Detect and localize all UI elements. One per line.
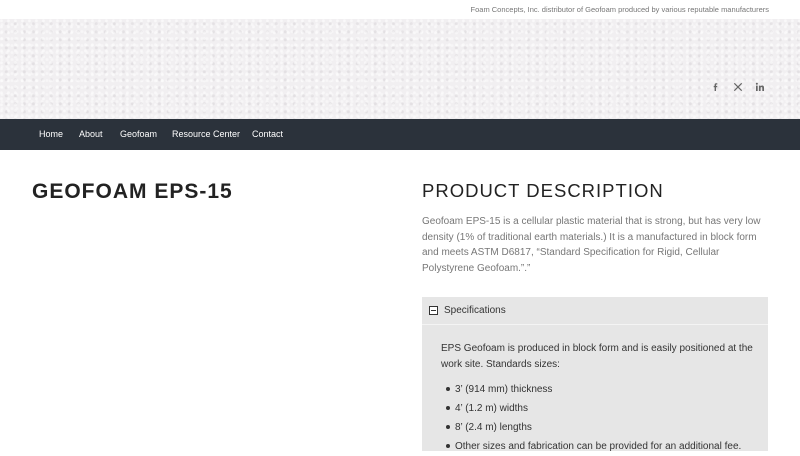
list-item: 3’ (914 mm) thickness (441, 380, 761, 399)
specifications-label: Specifications (444, 305, 506, 316)
nav-home[interactable]: Home (39, 119, 63, 150)
product-description-text: Geofoam EPS-15 is a cellular plastic mat… (422, 216, 761, 274)
header-banner (0, 19, 800, 119)
specifications-toggle[interactable]: Specifications (422, 297, 768, 324)
social-links (710, 81, 766, 93)
main-navigation: Home About Geofoam Resource Center Conta… (0, 119, 800, 150)
product-description-heading: PRODUCT DESCRIPTION (422, 180, 664, 201)
top-bar: Foam Concepts, Inc. distributor of Geofo… (0, 0, 800, 19)
specifications-intro: EPS Geofoam is produced in block form an… (441, 343, 753, 370)
list-item: 4’ (1.2 m) widths (441, 399, 761, 418)
collapse-icon (429, 306, 438, 315)
linkedin-icon[interactable] (754, 81, 766, 93)
list-item: 8’ (2.4 m) lengths (441, 418, 761, 437)
nav-contact[interactable]: Contact (252, 119, 283, 150)
list-item: Other sizes and fabrication can be provi… (441, 437, 761, 456)
nav-about[interactable]: About (79, 119, 103, 150)
specifications-list: 3’ (914 mm) thickness 4’ (1.2 m) widths … (441, 380, 761, 456)
facebook-icon[interactable] (710, 81, 722, 93)
nav-geofoam[interactable]: Geofoam (120, 119, 157, 150)
page-title: GEOFOAM EPS-15 (32, 180, 233, 203)
specifications-panel: EPS Geofoam is produced in block form an… (422, 324, 768, 452)
nav-resource-center[interactable]: Resource Center (172, 119, 240, 150)
x-twitter-icon[interactable] (732, 81, 744, 93)
header-tagline: Foam Concepts, Inc. distributor of Geofo… (470, 5, 769, 14)
